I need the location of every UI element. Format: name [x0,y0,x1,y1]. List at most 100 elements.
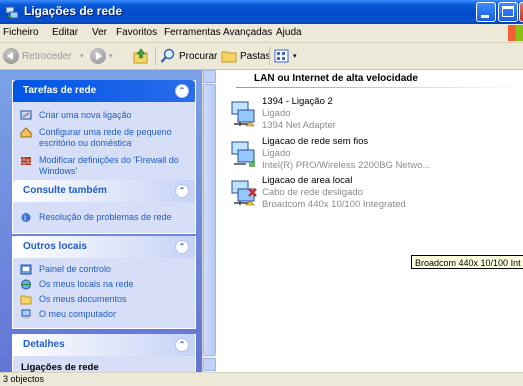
task-pane-scrollbar[interactable] [202,70,216,372]
forward-button[interactable]: ▾ [90,47,113,65]
toolbar-separator [155,47,156,65]
place-label: Painel de controlo [39,264,112,274]
collapse-chevron-icon[interactable]: ⌃ [175,240,189,254]
menu-advanced[interactable]: Avançadas [223,27,272,38]
other-places-title: Outros locais [23,241,87,252]
window-title: Ligações de rede [24,4,123,18]
group-divider [236,87,523,88]
place-computer[interactable]: O meu computador [13,307,195,322]
task-label: Criar uma nova ligação [39,110,132,120]
windows-logo-icon [508,25,523,41]
scroll-thumb[interactable] [203,84,216,356]
details-subtitle: Ligações de rede [21,362,99,372]
place-control-panel[interactable]: Painel de controlo [13,262,195,277]
connections-list: LAN ou Internet de alta velocidade 1394 … [216,70,523,372]
connection-name: Ligacao de area local [262,175,353,186]
task-label: Modificar definições do 'Firewall do Win… [39,155,179,176]
task-label: Configurar uma rede de pequeno escritóri… [39,127,172,148]
back-arrow-icon [3,48,19,64]
chevron-down-icon: ▾ [80,53,84,60]
back-label: Retroceder [22,50,72,62]
network-tasks-header[interactable]: Tarefas de rede ⌃ [13,80,195,102]
place-documents[interactable]: Os meus documentos [13,292,195,307]
place-label: O meu computador [39,309,117,319]
task-create-connection[interactable]: Criar uma nova ligação [13,106,195,123]
details-header[interactable]: Detalhes ⌃ [13,334,195,356]
toolbar-separator [269,47,270,65]
connection-adapter: 1394 Net Adapter [262,120,336,131]
connection-status: Ligado [262,148,291,159]
network-tasks-title: Tarefas de rede [23,85,97,96]
home-network-icon [20,127,32,138]
folders-label: Pastas [240,50,271,62]
title-bar[interactable]: Ligações de rede [0,0,523,24]
details-title: Detalhes [23,339,65,350]
scroll-down-arrow-icon[interactable] [203,358,216,371]
menu-help[interactable]: Ajuda [276,27,302,38]
other-places-panel: Outros locais ⌃ Painel de controlo Os me… [12,236,196,329]
maximize-button[interactable] [498,2,518,22]
see-also-header[interactable]: Consulte também ⌃ [13,180,195,202]
forward-arrow-icon [90,48,106,64]
help-icon: i [21,213,31,223]
network-places-icon [21,279,31,290]
connection-adapter: Intel(R) PRO/Wireless 2200BG Netwo... [262,160,431,171]
back-button[interactable]: Retroceder [3,47,71,65]
menu-file[interactable]: Ficheiro [3,27,39,38]
other-places-header[interactable]: Outros locais ⌃ [13,236,195,258]
views-icon [274,49,289,63]
firewall-icon [21,157,31,165]
collapse-chevron-icon[interactable]: ⌃ [175,84,189,98]
menu-bar: Ficheiro Editar Ver Favoritos Ferramenta… [0,24,523,43]
folders-icon [221,51,237,63]
views-button[interactable]: ▾ [274,47,297,65]
up-folder-button[interactable] [132,47,150,65]
svg-text:i: i [24,214,26,223]
back-dropdown[interactable]: ▾ [80,47,84,65]
control-panel-icon [20,264,32,275]
place-label: Os meus documentos [39,294,127,304]
chevron-down-icon: ▾ [109,53,113,60]
new-connection-icon [20,110,32,120]
connection-item[interactable]: Ligacao de rede sem fios Ligado Intel(R)… [230,136,510,176]
scroll-up-arrow-icon[interactable] [203,70,216,83]
toolbar: Retroceder ▾ ▾ Procurar Pastas ▾ [0,43,523,70]
task-label: Resolução de problemas de rede [39,212,172,222]
wireless-connection-icon [231,141,255,167]
connection-status: Ligado [262,108,291,119]
collapse-chevron-icon[interactable]: ⌃ [175,184,189,198]
explorer-window: Ligações de rede Ficheiro Editar Ver Fav… [0,0,523,385]
minimize-button[interactable] [476,2,496,22]
menu-edit[interactable]: Editar [52,27,78,38]
connection-item[interactable]: Ligacao de area local Cabo de rede desli… [230,175,510,215]
network-connections-icon [5,6,19,19]
computer-icon [21,309,31,319]
menu-view[interactable]: Ver [92,27,107,38]
search-icon [160,48,175,63]
network-connection-icon [231,101,255,127]
menu-favorites[interactable]: Favoritos [116,27,157,38]
folders-button[interactable]: Pastas [221,47,271,65]
menu-tools[interactable]: Ferramentas [164,27,221,38]
task-pane: Tarefas de rede ⌃ Criar uma nova ligação… [0,70,210,372]
documents-icon [20,295,32,305]
network-tasks-panel: Tarefas de rede ⌃ Criar uma nova ligação… [12,80,196,186]
search-label: Procurar [179,50,218,62]
connection-item[interactable]: 1394 - Ligação 2 Ligado 1394 Net Adapter [230,96,510,136]
connection-name: Ligacao de rede sem fios [262,136,369,147]
task-home-network[interactable]: Configurar uma rede de pequeno escritóri… [13,123,195,151]
collapse-chevron-icon[interactable]: ⌃ [175,338,189,352]
place-network[interactable]: Os meus locais na rede [13,277,195,292]
connection-name: 1394 - Ligação 2 [262,96,333,107]
adapter-tooltip: Broadcom 440x 10/100 Int [411,255,523,269]
search-button[interactable]: Procurar [160,47,217,65]
lan-connection-icon [231,180,257,206]
group-title: LAN ou Internet de alta velocidade [254,73,418,84]
task-troubleshoot[interactable]: i Resolução de problemas de rede [13,208,195,225]
close-button[interactable] [519,2,523,22]
up-folder-icon [133,48,148,64]
task-firewall[interactable]: Modificar definições do 'Firewall do Win… [13,151,195,179]
status-bar: 3 objectos [0,372,523,385]
details-panel: Detalhes ⌃ Ligações de rede [12,334,196,372]
see-also-title: Consulte também [23,185,107,196]
